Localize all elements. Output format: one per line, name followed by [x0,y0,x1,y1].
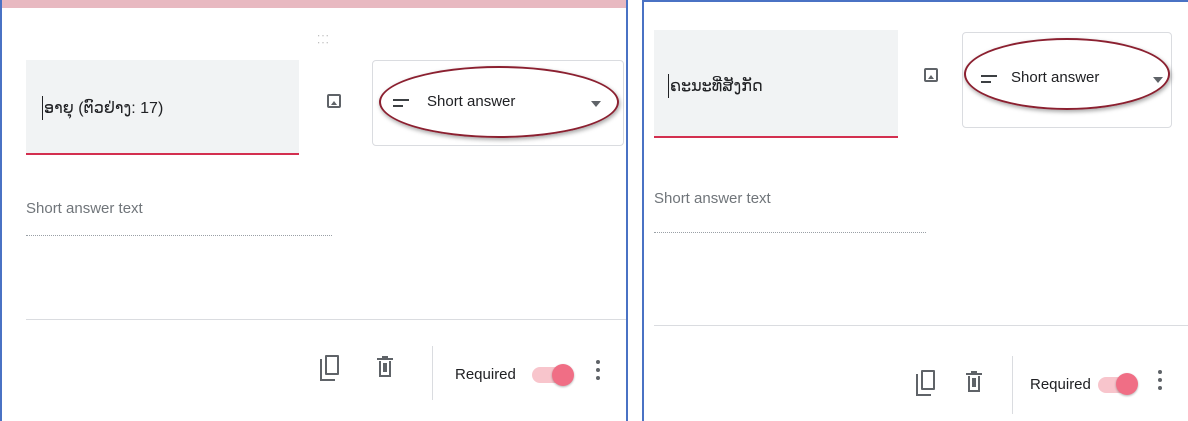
required-toggle-knob[interactable] [552,364,574,386]
required-label: Required [1030,376,1091,393]
add-image-icon[interactable] [327,94,341,108]
question-card-faculty: ຄະນະທີ່ສັງກັດ Short answer Short answer … [642,0,1188,421]
duplicate-icon[interactable] [320,355,342,381]
duplicate-icon[interactable] [916,370,938,396]
card-top-bar [2,0,626,8]
required-toggle-knob[interactable] [1116,373,1138,395]
question-title-field[interactable]: ອາຍຸ (ຕົວຢ່າງ: 17) [26,60,299,155]
answer-placeholder: Short answer text [26,200,143,217]
footer-vertical-divider [1012,356,1013,414]
more-options-icon[interactable] [596,360,600,384]
delete-icon[interactable] [377,356,393,378]
question-title-text: ຄະນະທີ່ສັງກັດ [670,78,763,95]
text-cursor [668,74,669,98]
delete-icon[interactable] [966,371,982,393]
highlight-oval [379,66,619,138]
text-cursor [42,96,43,120]
add-image-icon[interactable] [924,68,938,82]
answer-placeholder: Short answer text [654,190,771,207]
drag-handle-icon[interactable]: ∙∙∙ ∙∙∙ [317,29,330,48]
answer-underline [654,232,926,233]
highlight-oval [964,38,1170,110]
more-options-icon[interactable] [1158,370,1162,394]
question-card-age: ∙∙∙ ∙∙∙ ອາຍຸ (ຕົວຢ່າງ: 17) Short answer S… [0,0,628,421]
footer-vertical-divider [432,346,433,400]
question-title-text: ອາຍຸ (ຕົວຢ່າງ: 17) [44,100,164,117]
footer-divider [26,319,626,320]
footer-divider [654,325,1188,326]
required-label: Required [455,366,516,383]
question-title-field[interactable]: ຄະນະທີ່ສັງກັດ [654,30,898,138]
answer-underline [26,235,332,236]
